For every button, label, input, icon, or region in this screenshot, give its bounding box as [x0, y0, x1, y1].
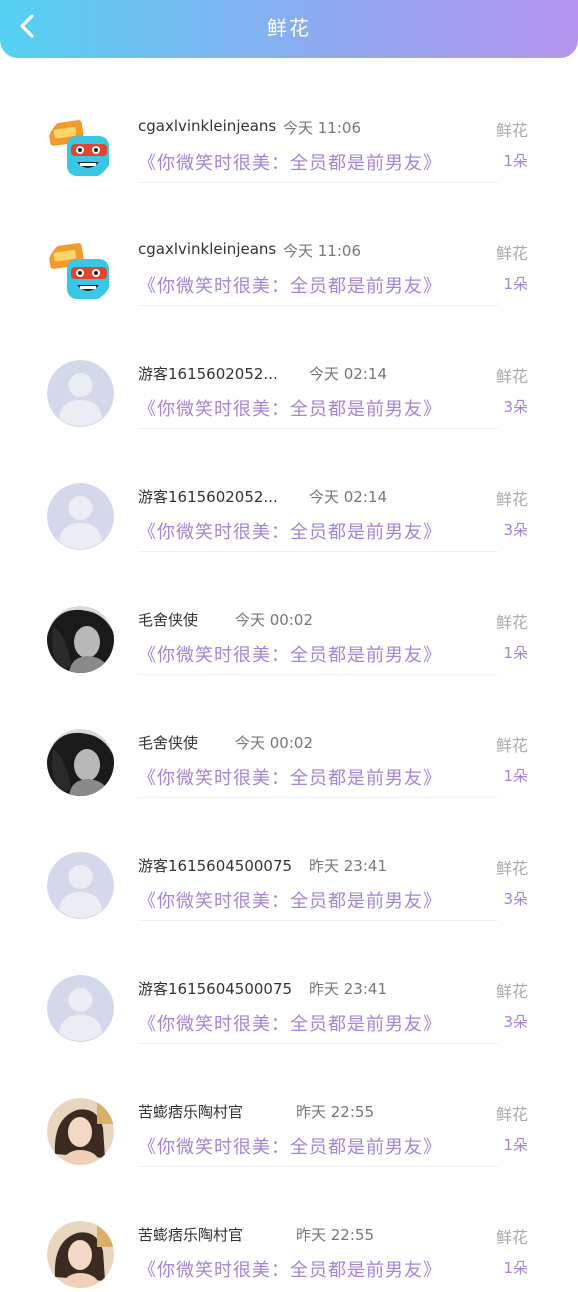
book-title-link[interactable]: 《你微笑时很美：全员都是前男友》 — [138, 641, 442, 667]
list-item[interactable]: 毛舍侠使 今天 00:02 《你微笑时很美：全员都是前男友》 鲜花 1朵 — [0, 677, 578, 800]
list-item[interactable]: 苦蟛痞乐陶村官 昨天 22:55 《你微笑时很美：全员都是前男友》 鲜花 1朵 — [0, 1169, 578, 1292]
default-avatar-icon — [47, 852, 114, 919]
list-item[interactable]: 毛舍侠使 今天 00:02 《你微笑时很美：全员都是前男友》 鲜花 1朵 — [0, 554, 578, 677]
timestamp: 昨天 22:55 — [296, 1103, 374, 1121]
user-name: cgaxlvinkleinjeans — [138, 240, 277, 258]
gift-type: 鲜花 — [495, 1228, 528, 1247]
book-title-link[interactable]: 《你微笑时很美：全员都是前男友》 — [138, 395, 442, 421]
gift-count: 1朵 — [503, 1136, 528, 1154]
divider — [138, 551, 498, 552]
user-name: 游客1615602052... — [138, 365, 278, 383]
gift-type: 鲜花 — [495, 613, 528, 632]
book-title-link[interactable]: 《你微笑时很美：全员都是前男友》 — [138, 1133, 442, 1159]
gift-count: 3朵 — [503, 398, 528, 416]
timestamp: 昨天 23:41 — [309, 857, 387, 875]
gift-record-list: cgaxlvinkleinjeans 今天 11:06 《你微笑时很美：全员都是… — [0, 62, 578, 1292]
list-item[interactable]: cgaxlvinkleinjeans 今天 11:06 《你微笑时很美：全员都是… — [0, 62, 578, 185]
divider — [138, 182, 498, 183]
user-name: 毛舍侠使 — [138, 734, 199, 752]
default-avatar-icon — [47, 483, 114, 550]
avatar[interactable] — [47, 483, 114, 550]
book-title-link[interactable]: 《你微笑时很美：全员都是前男友》 — [138, 1010, 442, 1036]
timestamp: 昨天 22:55 — [296, 1226, 374, 1244]
user-name: 游客1615602052... — [138, 488, 278, 506]
avatar[interactable] — [47, 729, 114, 796]
avatar[interactable] — [47, 360, 114, 427]
avatar[interactable] — [47, 1221, 114, 1288]
list-item[interactable]: 游客1615602052... 今天 02:14 《你微笑时很美：全员都是前男友… — [0, 308, 578, 431]
timestamp: 今天 11:06 — [283, 119, 361, 137]
gift-count: 1朵 — [503, 1259, 528, 1277]
divider — [138, 797, 498, 798]
user-name: 苦蟛痞乐陶村官 — [138, 1226, 244, 1244]
cartoon-avatar-icon — [47, 114, 114, 181]
timestamp: 今天 11:06 — [283, 242, 361, 260]
list-item[interactable]: 游客1615604500075 昨天 23:41 《你微笑时很美：全员都是前男友… — [0, 800, 578, 923]
timestamp: 今天 02:14 — [309, 488, 387, 506]
cartoon-avatar-icon — [47, 237, 114, 304]
timestamp: 昨天 23:41 — [309, 980, 387, 998]
list-item[interactable]: 游客1615602052... 今天 02:14 《你微笑时很美：全员都是前男友… — [0, 431, 578, 554]
avatar[interactable] — [47, 975, 114, 1042]
gift-count: 3朵 — [503, 890, 528, 908]
timestamp: 今天 00:02 — [235, 611, 313, 629]
divider — [138, 428, 498, 429]
user-name: 游客1615604500075 — [138, 857, 293, 875]
user-name: 苦蟛痞乐陶村官 — [138, 1103, 244, 1121]
photo-avatar-dark-icon — [47, 606, 114, 673]
gift-type: 鲜花 — [495, 1105, 528, 1124]
default-avatar-icon — [47, 360, 114, 427]
avatar[interactable] — [47, 237, 114, 304]
user-name: 游客1615604500075 — [138, 980, 293, 998]
book-title-link[interactable]: 《你微笑时很美：全员都是前男友》 — [138, 887, 442, 913]
divider — [138, 1043, 498, 1044]
book-title-link[interactable]: 《你微笑时很美：全员都是前男友》 — [138, 1256, 442, 1282]
page-title: 鲜花 — [267, 16, 311, 40]
user-name: cgaxlvinkleinjeans — [138, 117, 277, 135]
gift-type: 鲜花 — [495, 859, 528, 878]
gift-type: 鲜花 — [495, 982, 528, 1001]
gift-count: 1朵 — [503, 152, 528, 170]
gift-type: 鲜花 — [495, 367, 528, 386]
top-bar: 鲜花 — [0, 0, 578, 58]
book-title-link[interactable]: 《你微笑时很美：全员都是前男友》 — [138, 518, 442, 544]
book-title-link[interactable]: 《你微笑时很美：全员都是前男友》 — [138, 764, 442, 790]
gift-type: 鲜花 — [495, 490, 528, 509]
photo-avatar-girl-icon — [47, 1221, 114, 1288]
avatar[interactable] — [47, 1098, 114, 1165]
photo-avatar-dark-icon — [47, 729, 114, 796]
gift-count: 1朵 — [503, 767, 528, 785]
timestamp: 今天 02:14 — [309, 365, 387, 383]
user-name: 毛舍侠使 — [138, 611, 199, 629]
gift-type: 鲜花 — [495, 244, 528, 263]
divider — [138, 674, 498, 675]
list-item[interactable]: 苦蟛痞乐陶村官 昨天 22:55 《你微笑时很美：全员都是前男友》 鲜花 1朵 — [0, 1046, 578, 1169]
list-item[interactable]: 游客1615604500075 昨天 23:41 《你微笑时很美：全员都是前男友… — [0, 923, 578, 1046]
gift-type: 鲜花 — [495, 736, 528, 755]
divider — [138, 305, 498, 306]
divider — [138, 920, 498, 921]
avatar[interactable] — [47, 606, 114, 673]
book-title-link[interactable]: 《你微笑时很美：全员都是前男友》 — [138, 149, 442, 175]
gift-count: 1朵 — [503, 644, 528, 662]
gift-count: 3朵 — [503, 1013, 528, 1031]
gift-count: 1朵 — [503, 275, 528, 293]
avatar[interactable] — [47, 852, 114, 919]
divider — [138, 1166, 498, 1167]
gift-type: 鲜花 — [495, 121, 528, 140]
timestamp: 今天 00:02 — [235, 734, 313, 752]
list-item[interactable]: cgaxlvinkleinjeans 今天 11:06 《你微笑时很美：全员都是… — [0, 185, 578, 308]
gift-count: 3朵 — [503, 521, 528, 539]
book-title-link[interactable]: 《你微笑时很美：全员都是前男友》 — [138, 272, 442, 298]
default-avatar-icon — [47, 975, 114, 1042]
photo-avatar-girl-icon — [47, 1098, 114, 1165]
avatar[interactable] — [47, 114, 114, 181]
